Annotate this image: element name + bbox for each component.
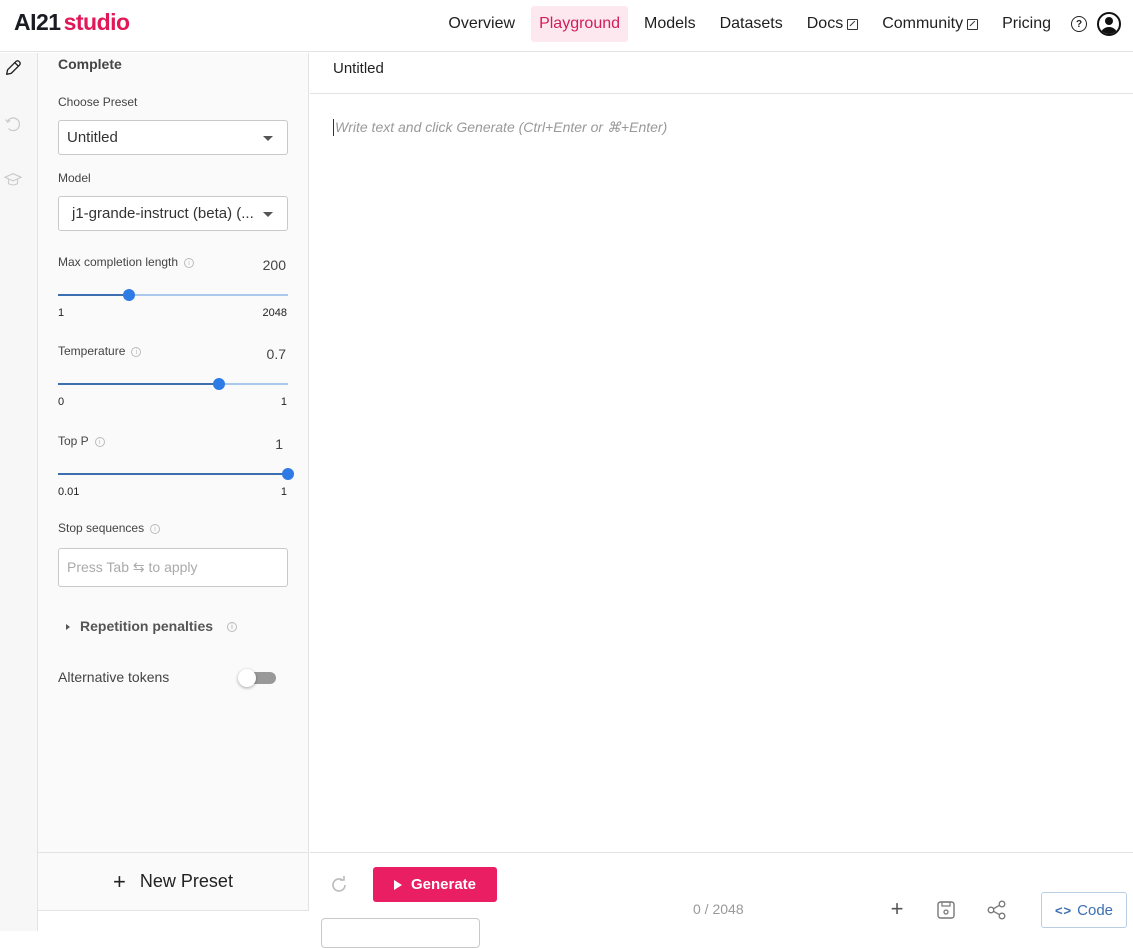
temperature-slider[interactable] <box>58 377 288 391</box>
slider-thumb[interactable] <box>282 468 294 480</box>
model-select[interactable]: j1-grande-instruct (beta) (... <box>58 196 288 231</box>
add-icon[interactable]: + <box>886 898 908 921</box>
top-p-min: 0.01 <box>58 486 80 498</box>
info-icon[interactable]: i <box>184 257 195 268</box>
settings-sidebar: Complete Choose Preset Untitled Model j1… <box>38 53 309 911</box>
repetition-penalties-toggle[interactable]: Repetition penalties i <box>66 618 238 634</box>
preset-select[interactable]: Untitled <box>58 120 288 155</box>
nav-docs-label: Docs <box>806 15 844 32</box>
nav-overview[interactable]: Overview <box>440 6 523 42</box>
stop-sequences-placeholder: Press Tab ⇆ to apply <box>67 559 198 575</box>
nav-pricing[interactable]: Pricing <box>994 6 1059 42</box>
user-account-icon[interactable] <box>1097 12 1121 36</box>
alternative-tokens-label: Alternative tokens <box>58 669 170 685</box>
document-title[interactable]: Untitled <box>333 60 384 77</box>
main-nav: Overview Playground Models Datasets Docs… <box>436 6 1133 42</box>
top-navigation-bar: AI21 studio Overview Playground Models Da… <box>0 0 1133 52</box>
preset-value: Untitled <box>67 129 118 146</box>
nav-datasets[interactable]: Datasets <box>712 6 791 42</box>
left-icon-rail <box>0 53 38 931</box>
help-icon[interactable]: ? <box>1071 16 1087 32</box>
nav-playground[interactable]: Playground <box>531 6 629 42</box>
temperature-label: Temperature i <box>58 344 142 358</box>
stop-sequences-input[interactable]: Press Tab ⇆ to apply <box>58 548 288 587</box>
info-icon[interactable]: i <box>150 523 161 534</box>
chevron-down-icon <box>263 136 273 141</box>
section-title: Complete <box>58 56 122 72</box>
caret-right-icon <box>66 624 70 631</box>
top-p-label: Top Pi <box>58 434 105 448</box>
nav-models-label: Models <box>644 15 696 32</box>
nav-pricing-label: Pricing <box>1002 15 1051 32</box>
play-icon <box>393 879 402 890</box>
max-length-slider[interactable] <box>58 288 288 302</box>
save-icon[interactable] <box>935 899 957 921</box>
max-length-min: 1 <box>58 307 65 319</box>
refresh-icon[interactable] <box>329 875 349 895</box>
top-p-max: 1 <box>280 486 287 498</box>
code-label: Code <box>1077 901 1114 919</box>
nav-community-label: Community <box>882 15 964 32</box>
preset-label: Choose Preset <box>58 95 138 109</box>
plus-icon: + <box>113 868 126 894</box>
info-icon[interactable]: i <box>131 346 142 357</box>
model-label: Model <box>58 171 91 185</box>
slider-thumb[interactable] <box>123 289 136 301</box>
max-length-max: 2048 <box>262 307 287 319</box>
editor-footer: Generate 0 / 2048 + <> Code <box>310 852 1133 948</box>
document-title-bar: Untitled <box>310 53 1133 94</box>
temperature-max: 1 <box>280 396 287 408</box>
repetition-penalties-label: Repetition penalties <box>80 618 214 634</box>
chevron-down-icon <box>263 212 273 217</box>
nav-playground-label: Playground <box>539 15 621 32</box>
model-value: j1-grande-instruct (beta) (... <box>72 205 254 222</box>
history-icon[interactable] <box>4 115 22 133</box>
prompt-editor[interactable]: Write text and click Generate (Ctrl+Ente… <box>310 95 1133 852</box>
ai21-studio-logo[interactable]: AI21 studio <box>14 9 130 36</box>
top-p-slider[interactable] <box>58 467 294 481</box>
logo-secondary: studio <box>63 9 131 35</box>
info-icon[interactable]: i <box>227 622 238 633</box>
generate-button[interactable]: Generate <box>373 867 497 902</box>
temperature-min: 0 <box>58 396 65 408</box>
temperature-value[interactable]: 0.7 <box>267 346 286 362</box>
stop-sequences-label: Stop sequences i <box>58 521 161 535</box>
external-link-icon <box>967 18 979 30</box>
nav-docs[interactable]: Docs <box>799 6 866 42</box>
info-icon[interactable]: i <box>94 436 105 447</box>
external-link-icon <box>847 18 859 30</box>
alternative-tokens-switch[interactable] <box>238 669 276 687</box>
top-p-value[interactable]: 1 <box>275 436 283 452</box>
logo-primary: AI21 <box>14 9 61 35</box>
nav-overview-label: Overview <box>448 15 516 32</box>
code-icon: <> <box>1054 902 1073 918</box>
generate-label: Generate <box>410 876 477 893</box>
nav-datasets-label: Datasets <box>719 15 783 32</box>
graduation-cap-icon[interactable] <box>4 171 22 189</box>
max-length-value[interactable]: 200 <box>263 257 286 273</box>
token-counter: 0 / 2048 <box>693 901 744 917</box>
new-preset-label: New Preset <box>139 871 233 891</box>
code-button[interactable]: <> Code <box>1041 892 1127 928</box>
max-length-label: Max completion length i <box>58 255 195 269</box>
editor-placeholder: Write text and click Generate (Ctrl+Ente… <box>333 119 668 136</box>
share-icon[interactable] <box>986 899 1008 921</box>
pencil-icon[interactable] <box>4 59 22 77</box>
secondary-button[interactable] <box>321 918 480 948</box>
nav-models[interactable]: Models <box>636 6 704 42</box>
nav-community[interactable]: Community <box>874 6 986 42</box>
new-preset-button[interactable]: + New Preset <box>38 852 309 911</box>
slider-thumb[interactable] <box>213 378 225 390</box>
